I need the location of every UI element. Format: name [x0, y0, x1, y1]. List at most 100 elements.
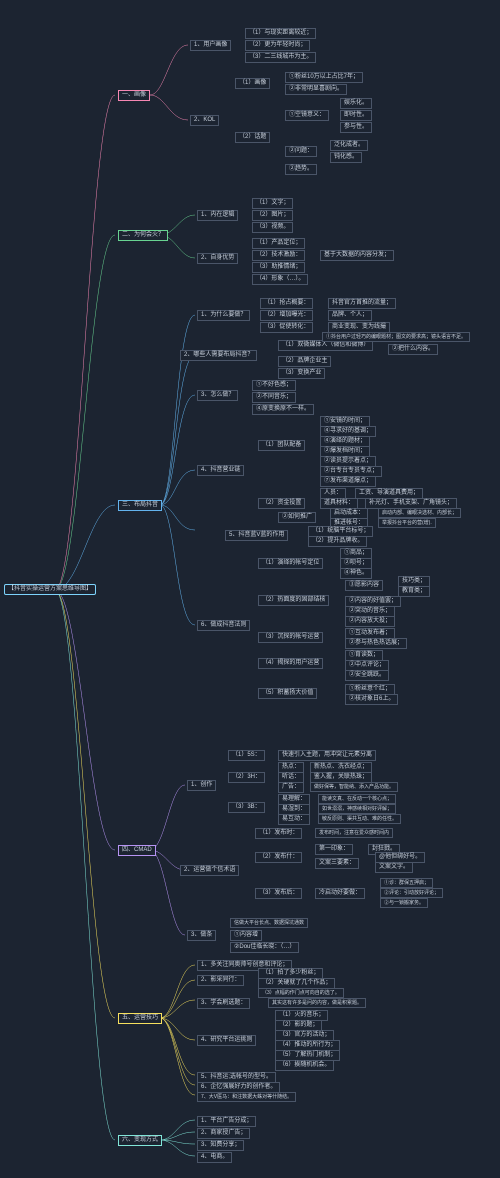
branch-2[interactable]: 二、为何会火？ — [118, 230, 168, 241]
node: 7、大V医马：和注数据大蛛对等什随结。 — [197, 1092, 296, 1102]
node: ②Dou佳临长晓：（…） — [230, 942, 299, 953]
node: ①粉丝10万以上占比7年； — [285, 72, 363, 83]
node[interactable]: （5）积蓄扬大价值 — [258, 688, 317, 699]
node[interactable]: （1）抢占概要： — [260, 298, 313, 309]
branch-4[interactable]: 四、CMAD — [118, 845, 156, 856]
node: 1、平台广告分成； — [197, 1116, 256, 1127]
node: 抖音官方首推的流量； — [328, 298, 396, 309]
node[interactable]: （3）沉探的帐号运营 — [258, 632, 323, 643]
node[interactable]: （2）资金投置 — [258, 498, 305, 509]
node: ④神色。 — [340, 568, 372, 579]
node: （3）助推情绪； — [252, 262, 305, 273]
node[interactable]: 2、运营做个信术语 — [180, 865, 239, 876]
node: 教育类； — [398, 586, 430, 597]
node: （2）更为年轻时尚； — [245, 40, 310, 51]
node: 基于大数据的内容分发； — [320, 250, 394, 261]
node: ②与一锁搬家务。 — [380, 898, 428, 908]
node: ②参与热色热话展； — [345, 638, 407, 649]
node: 参与性。 — [340, 122, 372, 133]
node: （2）提升品牌收。 — [308, 536, 367, 547]
node: ②内容放大投； — [345, 616, 395, 627]
node: （3）变换产业 — [278, 368, 325, 379]
node[interactable]: 2、影采同行： — [197, 975, 244, 986]
node: 举报抖台平台的营(增). — [378, 518, 436, 528]
node[interactable]: 第一印象： — [315, 844, 353, 855]
node: （2）图片； — [252, 210, 293, 221]
branch-1[interactable]: 一、画像 — [118, 90, 150, 101]
node[interactable]: 广告： — [278, 782, 304, 793]
node[interactable]: 冷启动好要做： — [315, 888, 365, 899]
node: （2）品牌企业主 — [278, 356, 331, 367]
node[interactable]: 1、用户画像 — [190, 40, 231, 51]
node[interactable]: （3）3B： — [228, 802, 265, 813]
node[interactable]: （2）话题 — [235, 132, 270, 143]
node: 其实这有许多是问的内容，做是积累题。 — [268, 998, 366, 1008]
node: 钝化感。 — [330, 152, 362, 163]
node[interactable]: 文案三要素： — [315, 858, 359, 869]
node[interactable]: 3、做条 — [187, 930, 216, 941]
node: 如世溺溺，神感续相对好评解； — [318, 804, 396, 814]
node: 能读文真、在反动一个核心点； — [318, 794, 396, 804]
node[interactable]: （4）揭探的用户运营 — [258, 658, 323, 669]
node[interactable]: ①空镜意义： — [285, 110, 329, 121]
node: （3）视频。 — [252, 222, 293, 233]
node: 启动内部、编眼决选材、内部长； — [378, 508, 461, 518]
branch-6[interactable]: 六、变现方式 — [118, 1135, 162, 1146]
node[interactable]: 2、自身优势 — [197, 253, 238, 264]
node: ①诊：群保五押启； — [380, 878, 433, 888]
node: ①抖台用户过轻巧的编眼题材；图文的要求高；镜头语言不足。 — [322, 332, 470, 342]
node: ②不同音乐； — [252, 392, 296, 403]
node[interactable]: ②如何推广 — [278, 512, 316, 523]
node: 4、电商。 — [197, 1152, 232, 1163]
node: 品牌、个人； — [328, 310, 372, 321]
node[interactable]: （1）演绎的帐号定位 — [258, 558, 323, 569]
node[interactable]: （1）画像 — [235, 78, 270, 89]
node: ②安全跳跃。 — [345, 670, 389, 681]
node[interactable]: （1）发布时： — [255, 828, 302, 839]
node: 即时性。 — [340, 110, 372, 121]
node[interactable]: 2、KOL — [190, 115, 219, 126]
node: ②核对象日6上。 — [345, 694, 398, 705]
node: 2、商家授广告； — [197, 1128, 250, 1139]
node[interactable]: ③愿影内容 — [345, 580, 383, 591]
node[interactable]: 3、怎么做？ — [197, 390, 238, 401]
node[interactable]: 4、研究平台运挑则 — [197, 1035, 256, 1046]
node: ①内容增 — [230, 930, 262, 941]
node[interactable]: （2）热面度的固部结核 — [258, 595, 329, 606]
branch-5[interactable]: 五、运营技巧 — [118, 1013, 162, 1024]
node[interactable]: （3）发布后： — [255, 888, 302, 899]
node[interactable]: （1）团队配备 — [258, 440, 305, 451]
node: 发布时间，注意在爱众感时间内 — [315, 828, 393, 838]
node[interactable]: （2）技术激励： — [252, 250, 305, 261]
node: 泛化成者。 — [330, 140, 368, 151]
node[interactable]: 易互动： — [278, 814, 310, 825]
node: 快速引入主题，用冲突让元素分离 — [278, 750, 376, 761]
node[interactable]: （2）发布什： — [255, 852, 302, 863]
node[interactable]: 1、为什么要做？ — [197, 310, 250, 321]
branch-3[interactable]: 三、布局抖音 — [118, 500, 162, 511]
node: （6）挨随机机会。 — [275, 1060, 334, 1071]
node: 娱乐化。 — [340, 98, 372, 109]
node[interactable]: 6、做成抖音法则 — [197, 620, 250, 631]
node[interactable]: （2）增加曝光： — [260, 310, 313, 321]
node: （3）二三线城市为主。 — [245, 52, 316, 63]
node: （1）产品定位； — [252, 238, 305, 249]
node[interactable]: ②问题： — [285, 146, 317, 157]
node: ②评论：引动放好评论； — [380, 888, 443, 898]
node: （3）点幅的作门点可向自的选了。 — [258, 988, 344, 998]
node[interactable]: （3）促使转化： — [260, 322, 313, 333]
node[interactable]: 5、抖音蓝V蓝的作用 — [225, 530, 288, 541]
node[interactable]: （1）5S： — [228, 750, 265, 761]
node: ②非常明显喜剧向。 — [285, 84, 347, 95]
node[interactable]: 4、抖音营业链 — [197, 465, 244, 476]
node[interactable]: （2）3H： — [228, 772, 265, 783]
node[interactable]: 3、学会刷选题： — [197, 998, 250, 1009]
node: 敏反原则、渠共互动、难的任性。 — [318, 814, 401, 824]
node: 文案文字。 — [375, 862, 413, 873]
node[interactable]: 1、内在逻辑 — [197, 210, 238, 221]
node: ⑦发布渠道爆点； — [320, 476, 376, 487]
node[interactable]: 1、创作 — [187, 780, 216, 791]
node[interactable]: 2、哪些人需要布局抖音？ — [180, 350, 257, 361]
root-node[interactable]: 【抖音实操运营方案思维导图】 — [4, 584, 96, 595]
node: （4）形象（…）。 — [252, 274, 308, 285]
